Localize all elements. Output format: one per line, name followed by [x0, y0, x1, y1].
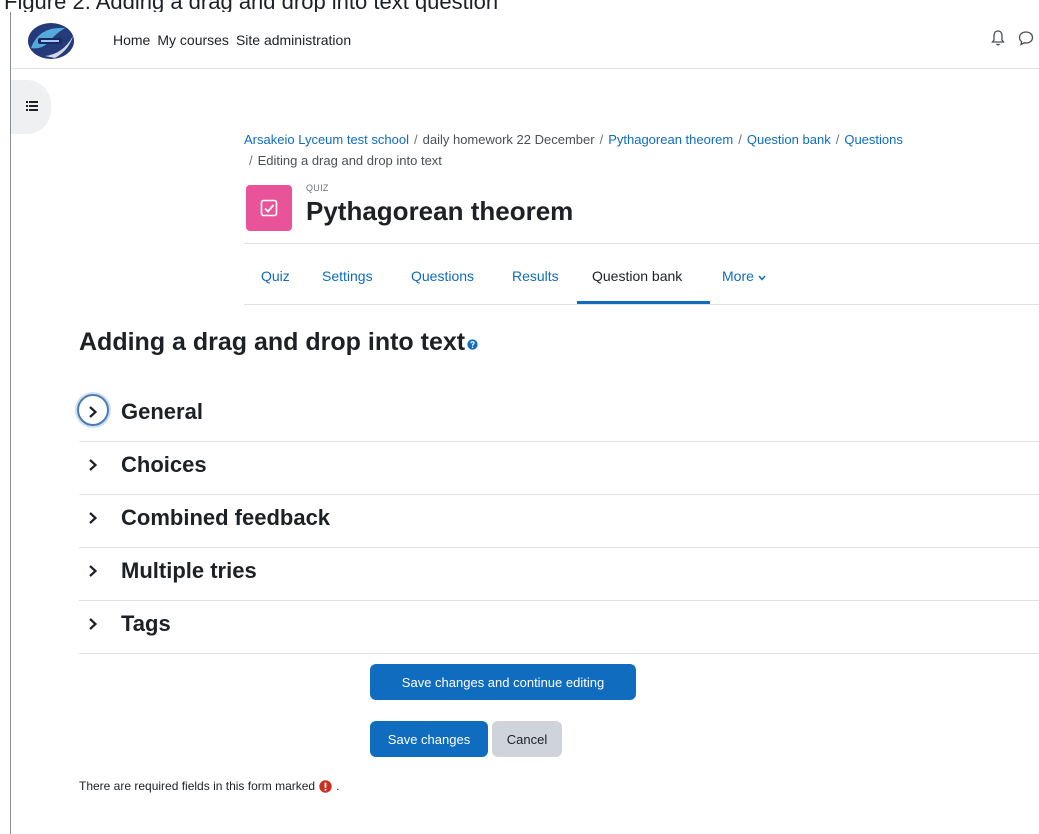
- tab-question-bank[interactable]: Question bank: [592, 268, 682, 284]
- breadcrumb-separator: /: [599, 132, 604, 147]
- breadcrumb-separator: /: [738, 132, 742, 147]
- site-logo-icon[interactable]: [25, 20, 77, 62]
- section-title-general[interactable]: General: [121, 399, 203, 425]
- required-fields-note: There are required fields in this form m…: [79, 779, 339, 793]
- breadcrumb-separator: /: [835, 132, 840, 147]
- cancel-button[interactable]: Cancel: [492, 721, 562, 757]
- breadcrumb-separator: /: [413, 132, 418, 147]
- tab-quiz[interactable]: Quiz: [261, 268, 290, 284]
- tab-settings[interactable]: Settings: [322, 268, 373, 284]
- activity-header: QUIZ Pythagorean theorem: [244, 182, 1039, 244]
- required-note-period: .: [336, 779, 340, 793]
- section-title-combined-feedback[interactable]: Combined feedback: [121, 505, 330, 531]
- list-icon: [26, 101, 38, 111]
- chevron-right-icon: [89, 565, 98, 577]
- tab-more-menu[interactable]: More: [722, 268, 766, 284]
- secondary-navigation: Quiz Settings Questions Results Question…: [244, 255, 1039, 305]
- section-choices[interactable]: Choices: [79, 442, 1039, 495]
- section-title-choices[interactable]: Choices: [121, 452, 207, 478]
- chevron-down-icon: [758, 275, 766, 281]
- top-navbar: Home My courses Site administration: [11, 12, 1039, 69]
- breadcrumb-item-questions[interactable]: Questions: [844, 132, 903, 147]
- tab-more-label: More: [722, 268, 754, 284]
- breadcrumb-item-quiz[interactable]: Pythagorean theorem: [608, 132, 733, 147]
- primary-navigation: Home My courses Site administration: [113, 32, 351, 48]
- save-and-continue-button[interactable]: Save changes and continue editing: [370, 664, 636, 700]
- nav-home-link[interactable]: Home: [113, 32, 150, 48]
- help-question-icon[interactable]: [467, 339, 478, 350]
- chevron-right-icon: [89, 406, 98, 418]
- breadcrumb-separator: /: [249, 153, 253, 168]
- messages-chat-icon[interactable]: [1018, 29, 1034, 47]
- save-button[interactable]: Save changes: [370, 721, 488, 757]
- chevron-right-icon: [89, 618, 98, 630]
- section-tags[interactable]: Tags: [79, 601, 1039, 654]
- section-title-multiple-tries[interactable]: Multiple tries: [121, 558, 257, 584]
- required-note-text: There are required fields in this form m…: [79, 779, 316, 793]
- tab-questions[interactable]: Questions: [411, 268, 474, 284]
- tab-results[interactable]: Results: [512, 268, 559, 284]
- section-general[interactable]: General: [77, 389, 1039, 442]
- section-multiple-tries[interactable]: Multiple tries: [79, 548, 1039, 601]
- breadcrumb-item-course[interactable]: Arsakeio Lyceum test school: [244, 132, 409, 147]
- breadcrumb-item-section[interactable]: daily homework 22 December: [423, 132, 595, 147]
- active-tab-indicator: [577, 301, 710, 304]
- form-heading-text: Adding a drag and drop into text: [79, 328, 466, 356]
- page-title: Pythagorean theorem: [306, 196, 574, 226]
- chevron-right-icon: [89, 459, 98, 471]
- nav-site-administration-link[interactable]: Site administration: [236, 32, 351, 48]
- activity-type-label: QUIZ: [306, 183, 329, 193]
- course-index-drawer-toggle[interactable]: [11, 80, 51, 134]
- section-title-tags[interactable]: Tags: [121, 611, 171, 637]
- form-heading: Adding a drag and drop into text: [79, 328, 478, 357]
- quiz-checkbox-icon: [260, 199, 278, 217]
- section-combined-feedback[interactable]: Combined feedback: [79, 495, 1039, 548]
- notifications-bell-icon[interactable]: [990, 29, 1006, 47]
- chevron-right-icon: [89, 512, 98, 524]
- breadcrumb: Arsakeio Lyceum test school / daily homewo…: [244, 129, 1039, 171]
- browser-page: Home My courses Site administration Arsa…: [10, 12, 1039, 834]
- quiz-activity-badge: [246, 185, 292, 231]
- required-exclamation-icon: [319, 779, 332, 793]
- navbar-icons: [990, 29, 1034, 47]
- nav-my-courses-link[interactable]: My courses: [157, 32, 229, 48]
- breadcrumb-item-current: Editing a drag and drop into text: [257, 153, 442, 168]
- breadcrumb-item-question-bank[interactable]: Question bank: [747, 132, 831, 147]
